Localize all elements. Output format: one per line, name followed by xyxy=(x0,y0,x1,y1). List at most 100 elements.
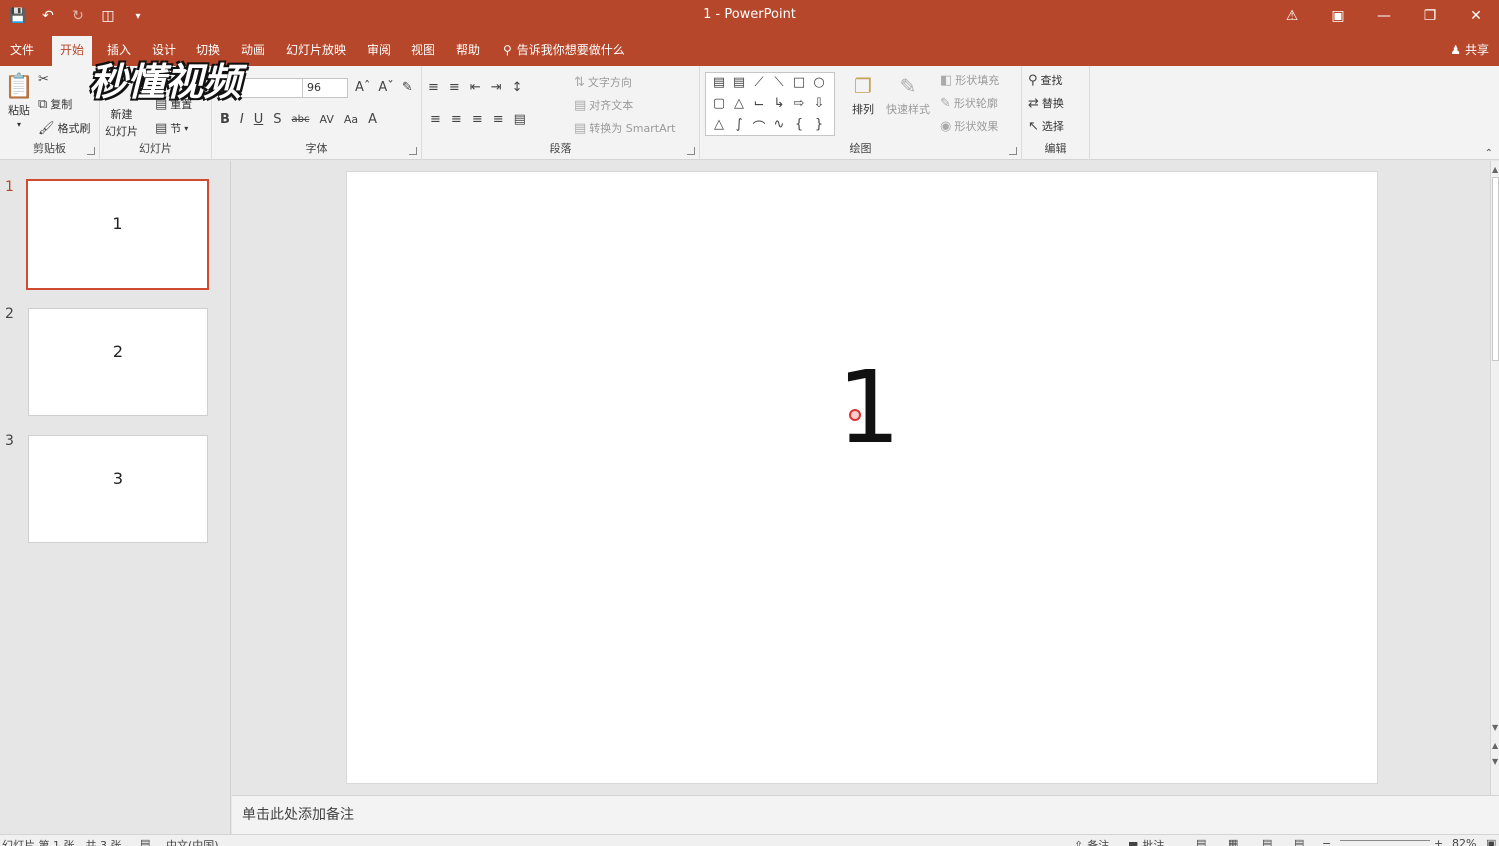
tab-help[interactable]: 帮助 xyxy=(456,41,480,58)
warning-icon[interactable]: ⚠ xyxy=(1269,0,1315,32)
cut-button[interactable]: ✂ xyxy=(38,72,49,87)
underline-icon[interactable]: U xyxy=(254,112,264,127)
font-size-combo[interactable]: 96 xyxy=(302,78,348,98)
zoom-out-icon[interactable]: − xyxy=(1322,837,1331,846)
fit-to-window-icon[interactable]: ▣ xyxy=(1486,837,1496,846)
strikethrough-icon[interactable]: abc xyxy=(292,114,310,125)
scrollbar-thumb[interactable] xyxy=(1492,177,1499,361)
normal-view-icon[interactable]: ▤ xyxy=(1196,837,1206,846)
previous-slide-icon[interactable]: ▲ xyxy=(1492,741,1498,750)
convert-smartart-button[interactable]: ▤ 转换为 SmartArt xyxy=(574,120,675,136)
tab-file[interactable]: 文件 xyxy=(10,41,34,58)
slideshow-view-icon[interactable]: ▤ xyxy=(1294,837,1304,846)
replace-button[interactable]: ⇄ 替换 xyxy=(1028,95,1064,111)
justify-icon[interactable]: ≡ xyxy=(493,112,504,127)
tab-slideshow[interactable]: 幻灯片放映 xyxy=(286,41,346,58)
numbering-icon[interactable]: ≡ xyxy=(449,80,460,95)
shrink-font-icon[interactable]: Aˇ xyxy=(378,80,393,95)
rounded-rectangle-icon[interactable]: ▢ xyxy=(709,96,729,117)
decrease-indent-icon[interactable]: ⇤ xyxy=(470,80,481,95)
italic-icon[interactable]: I xyxy=(240,112,244,127)
align-left-icon[interactable]: ≡ xyxy=(430,112,441,127)
scribble-icon[interactable]: ∫ xyxy=(729,117,749,138)
align-text-button[interactable]: ▤ 对齐文本 xyxy=(574,97,633,113)
font-launcher-icon[interactable] xyxy=(409,147,417,155)
slide-sorter-icon[interactable]: ▦ xyxy=(1228,837,1238,846)
columns-icon[interactable]: ▤ xyxy=(514,112,526,127)
spell-check-icon[interactable]: ▤ xyxy=(140,837,150,846)
zoom-level[interactable]: 82% xyxy=(1452,837,1476,846)
zoom-in-icon[interactable]: + xyxy=(1434,837,1443,846)
restore-icon[interactable]: ❐ xyxy=(1407,0,1453,32)
quick-styles-button[interactable]: ✎ 快速样式 xyxy=(886,74,930,117)
minimize-icon[interactable]: — xyxy=(1361,0,1407,32)
line-spacing-icon[interactable]: ↕ xyxy=(512,80,523,95)
elbow-arrow-icon[interactable]: ↳ xyxy=(769,96,789,117)
notes-pane[interactable]: 单击此处添加备注 xyxy=(232,795,1499,834)
shape-effects-button[interactable]: ◉ 形状效果 xyxy=(940,118,998,134)
tab-view[interactable]: 视图 xyxy=(411,41,435,58)
left-brace-icon[interactable]: { xyxy=(789,117,809,138)
arrange-button[interactable]: ❐ 排列 xyxy=(852,74,874,117)
vertical-scrollbar[interactable]: ▲ ▼ ▲ ▼ xyxy=(1490,161,1499,795)
freeform-icon[interactable]: △ xyxy=(709,117,729,138)
next-slide-icon[interactable]: ▼ xyxy=(1492,757,1498,766)
vertical-textbox-icon[interactable]: ▤ xyxy=(729,75,749,96)
text-direction-button[interactable]: ⇅ 文字方向 xyxy=(574,74,632,90)
oval-icon[interactable]: ○ xyxy=(809,75,829,96)
shapes-gallery[interactable]: ▤ ▤ ⟋ ⟍ □ ○ ▢ △ ⌙ ↳ ⇨ ⇩ △ ∫ ⌒ ∿ { } xyxy=(705,72,835,136)
right-arrow-icon[interactable]: ⇨ xyxy=(789,96,809,117)
slide-thumbnail-3[interactable]: 3 xyxy=(28,435,208,543)
down-arrow-icon[interactable]: ⇩ xyxy=(809,96,829,117)
tell-me-box[interactable]: ⚲ 告诉我你想要做什么 xyxy=(503,41,625,58)
scroll-up-icon[interactable]: ▲ xyxy=(1492,165,1498,174)
bold-icon[interactable]: B xyxy=(220,112,230,127)
reading-view-icon[interactable]: ▤ xyxy=(1262,837,1272,846)
increase-indent-icon[interactable]: ⇥ xyxy=(491,80,502,95)
slide-text[interactable]: 1 xyxy=(837,358,901,458)
drawing-launcher-icon[interactable] xyxy=(1009,147,1017,155)
close-icon[interactable]: ✕ xyxy=(1453,0,1499,32)
slide-thumbnail-1[interactable]: 1 xyxy=(26,179,209,290)
find-button[interactable]: ⚲ 查找 xyxy=(1028,72,1063,88)
shape-outline-button[interactable]: ✎ 形状轮廓 xyxy=(940,95,998,111)
shape-fill-button[interactable]: ◧ 形状填充 xyxy=(940,72,999,88)
arrow-line-icon[interactable]: ⟍ xyxy=(769,75,789,96)
bullets-icon[interactable]: ≡ xyxy=(428,80,439,95)
curve-icon[interactable]: ∿ xyxy=(769,117,789,138)
shadow-icon[interactable]: S xyxy=(273,112,281,127)
align-center-icon[interactable]: ≡ xyxy=(451,112,462,127)
elbow-connector-icon[interactable]: ⌙ xyxy=(749,96,769,117)
grow-font-icon[interactable]: Aˆ xyxy=(355,80,370,95)
align-right-icon[interactable]: ≡ xyxy=(472,112,483,127)
new-slide-button[interactable]: 新建 幻灯片 xyxy=(105,106,138,139)
format-painter-button[interactable]: 🖌 格式刷 xyxy=(38,120,91,136)
change-case-icon[interactable]: Aa xyxy=(344,113,358,126)
share-button[interactable]: ♟ 共享 xyxy=(1450,41,1489,58)
notes-button[interactable]: ⇧ 备注 xyxy=(1074,837,1109,846)
collapse-ribbon-icon[interactable]: ⌃ xyxy=(1485,148,1493,159)
line-icon[interactable]: ⟋ xyxy=(749,75,769,96)
paste-button[interactable]: 📋 粘贴 ▾ xyxy=(4,72,34,129)
font-color-icon[interactable]: A xyxy=(368,112,377,127)
section-button[interactable]: ▤ 节 ▾ xyxy=(155,120,188,136)
select-button[interactable]: ↖ 选择 xyxy=(1028,118,1064,134)
arc-icon[interactable]: ⌒ xyxy=(749,117,769,138)
char-spacing-icon[interactable]: AV xyxy=(320,113,334,126)
quick-styles-label: 快速样式 xyxy=(886,103,930,116)
clear-formatting-icon[interactable]: ✎ xyxy=(402,80,413,95)
slide-thumbnail-2[interactable]: 2 xyxy=(28,308,208,416)
language-indicator[interactable]: 中文(中国) xyxy=(166,837,219,846)
textbox-icon[interactable]: ▤ xyxy=(709,75,729,96)
tab-review[interactable]: 审阅 xyxy=(367,41,391,58)
zoom-slider[interactable] xyxy=(1340,840,1430,841)
comments-button[interactable]: ■ 批注 xyxy=(1128,837,1164,846)
ribbon-display-options-icon[interactable]: ▣ xyxy=(1315,0,1361,32)
rectangle-icon[interactable]: □ xyxy=(789,75,809,96)
scroll-down-icon[interactable]: ▼ xyxy=(1492,723,1498,732)
triangle-icon[interactable]: △ xyxy=(729,96,749,117)
right-brace-icon[interactable]: } xyxy=(809,117,829,138)
paragraph-launcher-icon[interactable] xyxy=(687,147,695,155)
clipboard-launcher-icon[interactable] xyxy=(87,147,95,155)
slide-canvas[interactable]: 1 xyxy=(346,171,1378,784)
